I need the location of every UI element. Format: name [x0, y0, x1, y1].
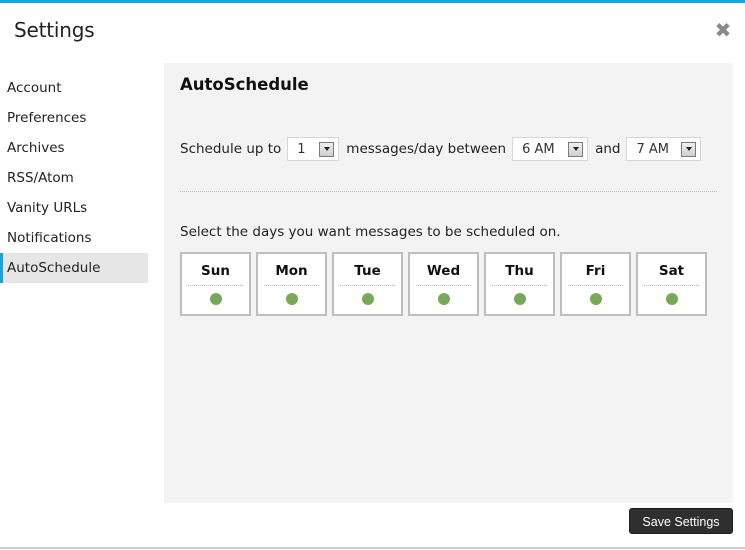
schedule-prefix-label: Schedule up to	[180, 141, 282, 157]
settings-sidebar: Account Preferences Archives RSS/Atom Va…	[0, 73, 148, 283]
day-label: Sat	[658, 263, 685, 279]
select-value: 7 AM	[636, 141, 669, 157]
day-divider	[568, 285, 623, 286]
day-selector: Sun Mon Tue Wed Thu Fri Sat	[180, 252, 712, 316]
end-time-select[interactable]: 7 AM	[626, 137, 702, 161]
sidebar-item-vanity-urls[interactable]: Vanity URLs	[0, 193, 148, 223]
sidebar-item-label: Vanity URLs	[7, 200, 88, 216]
day-toggle-sun[interactable]: Sun	[180, 252, 251, 316]
day-divider	[264, 285, 319, 286]
enabled-dot-icon	[361, 293, 374, 305]
sidebar-item-label: Preferences	[7, 110, 87, 126]
schedule-row: Schedule up to 1 messages/day between 6 …	[180, 137, 708, 161]
save-settings-button[interactable]: Save Settings	[629, 508, 733, 534]
sidebar-item-label: RSS/Atom	[7, 170, 74, 186]
day-label: Fri	[585, 263, 606, 279]
enabled-dot-icon	[209, 293, 222, 305]
sidebar-item-autoschedule[interactable]: AutoSchedule	[0, 253, 148, 283]
dropdown-arrow-icon[interactable]	[319, 141, 335, 157]
day-divider	[492, 285, 547, 286]
day-label: Mon	[275, 263, 308, 279]
accent-top-bar	[0, 0, 745, 3]
sidebar-item-notifications[interactable]: Notifications	[0, 223, 148, 253]
day-toggle-sat[interactable]: Sat	[636, 252, 707, 316]
days-instruction: Select the days you want messages to be …	[180, 224, 561, 240]
day-label: Tue	[354, 263, 381, 279]
dropdown-arrow-icon[interactable]	[568, 141, 584, 157]
dialog-title: Settings	[14, 18, 95, 42]
sidebar-item-archives[interactable]: Archives	[0, 133, 148, 163]
messages-count-select[interactable]: 1	[287, 137, 340, 161]
day-divider	[340, 285, 395, 286]
schedule-and-label: and	[595, 141, 621, 157]
sidebar-item-label: Account	[7, 80, 62, 96]
day-divider	[188, 285, 243, 286]
sidebar-item-label: AutoSchedule	[7, 260, 101, 276]
sidebar-item-account[interactable]: Account	[0, 73, 148, 103]
day-divider	[416, 285, 471, 286]
dropdown-arrow-icon[interactable]	[681, 141, 697, 157]
close-icon[interactable]: ✖	[714, 20, 732, 40]
day-label: Thu	[505, 263, 534, 279]
autoschedule-panel: AutoSchedule Schedule up to 1 messages/d…	[164, 63, 733, 503]
day-toggle-mon[interactable]: Mon	[256, 252, 327, 316]
start-time-select[interactable]: 6 AM	[512, 137, 589, 161]
sidebar-item-label: Notifications	[7, 230, 92, 246]
sidebar-item-label: Archives	[7, 140, 65, 156]
sidebar-item-rss-atom[interactable]: RSS/Atom	[0, 163, 148, 193]
day-divider	[644, 285, 699, 286]
enabled-dot-icon	[513, 293, 526, 305]
schedule-middle-label: messages/day between	[346, 141, 507, 157]
section-divider	[180, 191, 717, 192]
day-label: Sun	[201, 263, 230, 279]
day-toggle-wed[interactable]: Wed	[408, 252, 479, 316]
select-value: 1	[297, 141, 306, 157]
panel-title: AutoSchedule	[180, 75, 309, 94]
day-toggle-fri[interactable]: Fri	[560, 252, 631, 316]
sidebar-item-preferences[interactable]: Preferences	[0, 103, 148, 133]
enabled-dot-icon	[589, 293, 602, 305]
bottom-border	[0, 547, 745, 549]
day-toggle-tue[interactable]: Tue	[332, 252, 403, 316]
select-value: 6 AM	[522, 141, 555, 157]
enabled-dot-icon	[665, 293, 678, 305]
day-label: Wed	[426, 263, 461, 279]
enabled-dot-icon	[285, 293, 298, 305]
day-toggle-thu[interactable]: Thu	[484, 252, 555, 316]
enabled-dot-icon	[437, 293, 450, 305]
